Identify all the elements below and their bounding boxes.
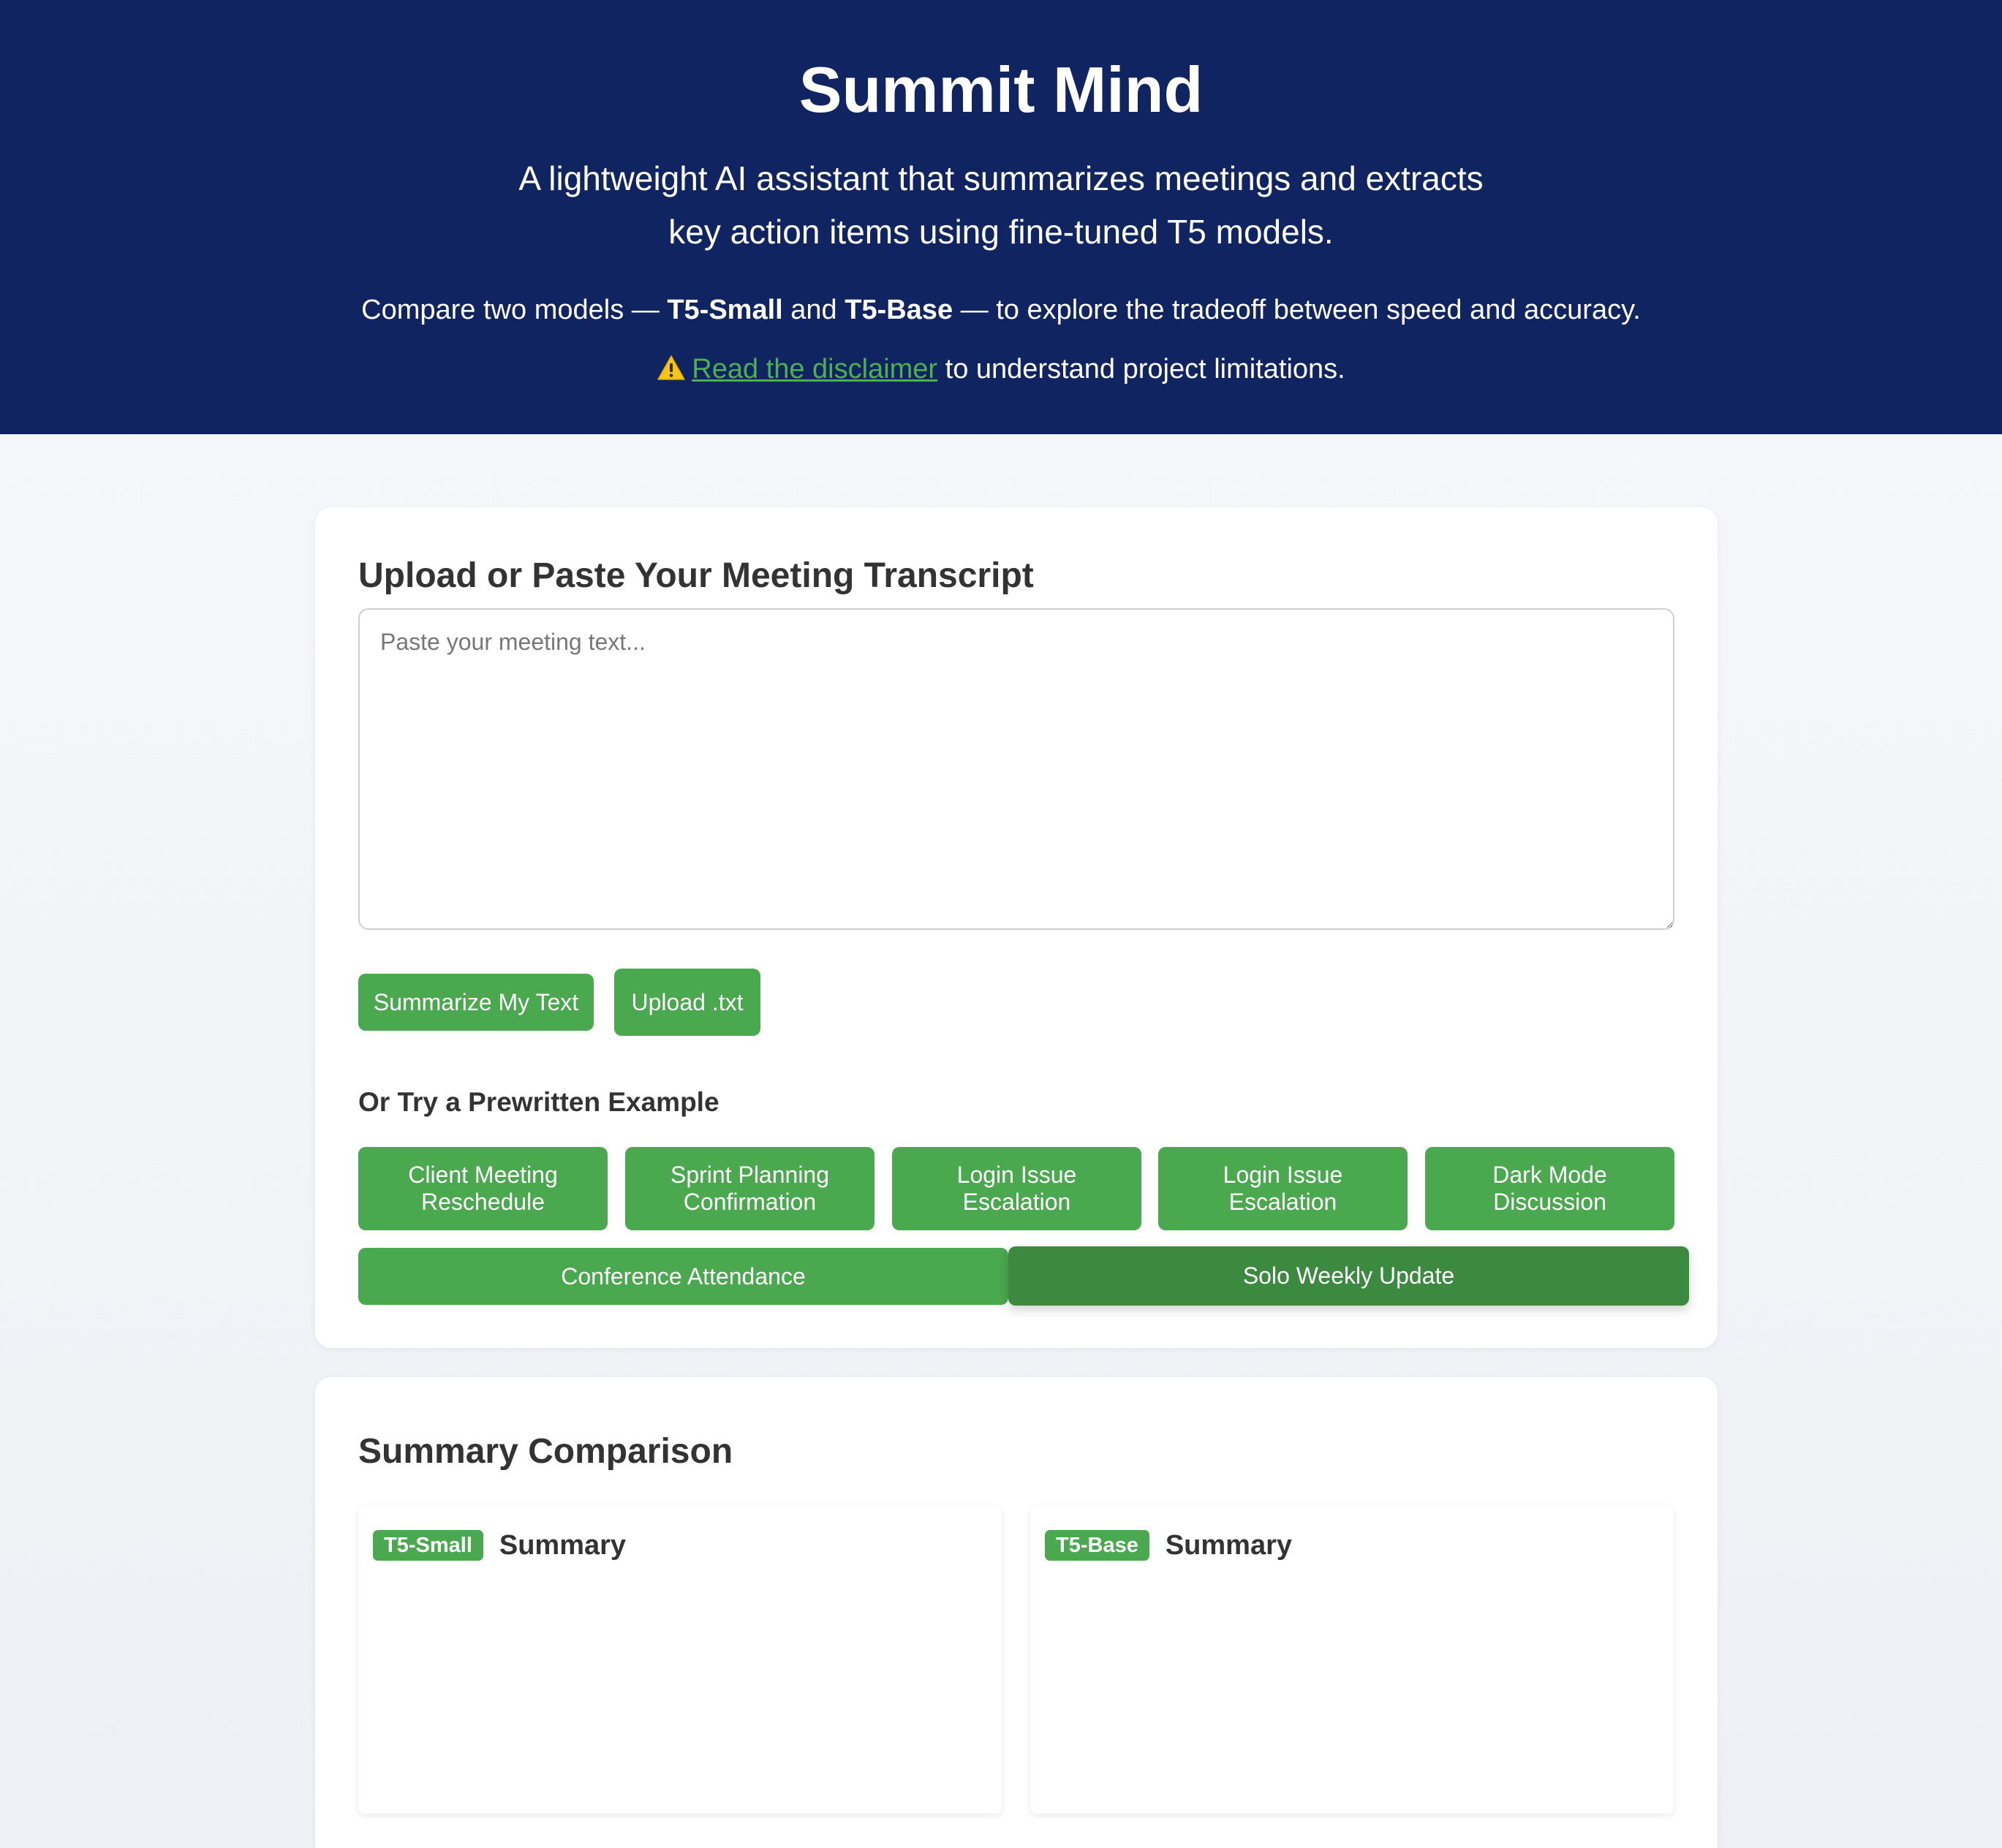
t5-base-badge: T5-Base <box>1045 1530 1149 1561</box>
example-solo-weekly-update-button[interactable]: Solo Weekly Update <box>1008 1246 1689 1306</box>
panel-header: T5-Base Summary <box>1045 1529 1292 1562</box>
example-login-issue-escalation-button[interactable]: Login Issue Escalation <box>892 1147 1141 1230</box>
disclaimer-line: Read the disclaimer to understand projec… <box>0 350 2002 388</box>
warning-icon <box>657 355 686 381</box>
panel-title: Summary <box>499 1530 627 1561</box>
panel-title: Summary <box>1165 1530 1293 1561</box>
example-conference-attendance-button[interactable]: Conference Attendance <box>358 1248 1008 1305</box>
hero-header: Summit Mind A lightweight AI assistant t… <box>0 0 2002 434</box>
transcript-input[interactable] <box>358 608 1674 930</box>
app-description: A lightweight AI assistant that summariz… <box>518 159 1484 251</box>
examples-title: Or Try a Prewritten Example <box>358 1087 719 1117</box>
model-name-small: T5-Small <box>667 295 783 325</box>
upload-txt-button[interactable]: Upload .txt <box>614 969 760 1036</box>
upload-card: Upload or Paste Your Meeting Transcript … <box>315 507 1718 1348</box>
model-compare-text: Compare two models — T5-Small and T5-Bas… <box>0 291 2002 329</box>
disclaimer-suffix: to understand project limitations. <box>937 354 1345 385</box>
example-sprint-planning-confirmation-button[interactable]: Sprint Planning Confirmation <box>625 1147 875 1230</box>
disclaimer-link[interactable]: Read the disclaimer <box>692 354 937 385</box>
compare-prefix: Compare two models — <box>361 295 668 325</box>
compare-and: and <box>782 295 845 325</box>
panel-header: T5-Small Summary <box>373 1529 626 1562</box>
app-title: Summit Mind <box>798 53 1204 126</box>
example-dark-mode-discussion-button[interactable]: Dark Mode Discussion <box>1425 1147 1674 1230</box>
example-login-issue-escalation-button-2[interactable]: Login Issue Escalation <box>1158 1147 1408 1230</box>
summary-section-title: Summary Comparison <box>358 1432 733 1471</box>
t5-small-summary-panel: T5-Small Summary <box>358 1507 1002 1814</box>
example-client-meeting-reschedule-button[interactable]: Client Meeting Reschedule <box>358 1147 608 1230</box>
summary-card: Summary Comparison T5-Small Summary T5-B… <box>315 1377 1718 1848</box>
upload-section-title: Upload or Paste Your Meeting Transcript <box>358 556 1034 595</box>
compare-suffix: — to explore the tradeoff between speed … <box>953 295 1641 325</box>
model-name-base: T5-Base <box>845 295 953 325</box>
t5-base-summary-panel: T5-Base Summary <box>1030 1507 1674 1814</box>
summarize-button[interactable]: Summarize My Text <box>358 974 594 1031</box>
t5-small-badge: T5-Small <box>373 1530 483 1561</box>
